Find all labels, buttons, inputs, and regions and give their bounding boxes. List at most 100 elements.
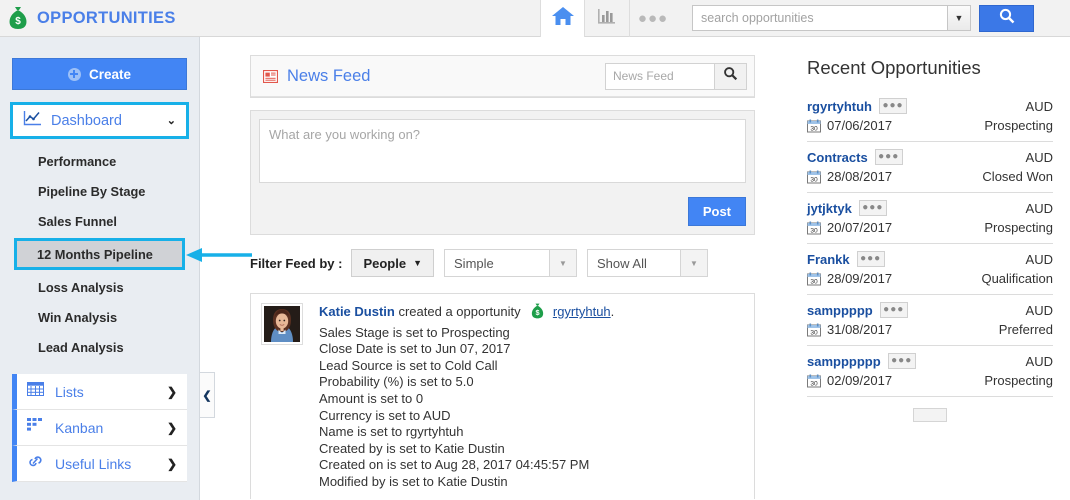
feed-post-detail-line: Probability (%) is set to 5.0 [319, 374, 474, 390]
sidebar-item-dashboard[interactable]: Dashboard ⌄ [10, 102, 189, 139]
create-button[interactable]: Create [12, 58, 187, 90]
row-actions-button[interactable]: ●●● [858, 200, 887, 216]
feed-post-body: Katie Dustin created a opportunity $ rgy… [319, 303, 614, 499]
ellipsis-icon: ●●● [637, 9, 669, 27]
row-actions-button[interactable]: ●●● [874, 149, 903, 165]
recent-opportunity-name[interactable]: samppppp [807, 303, 873, 318]
sidebar-item-label: Kanban [55, 419, 104, 436]
sidebar-item-kanban[interactable]: Kanban ❯ [12, 410, 187, 446]
svg-text:$: $ [536, 308, 540, 317]
recent-opportunity-top: samppppp ●●● AUD [807, 302, 1053, 318]
feed-post-detail-line: Name is set to rgyrtyhtuh [319, 424, 464, 440]
recent-opportunity-top: Contracts ●●● AUD [807, 149, 1053, 165]
annotation-arrow [186, 248, 252, 262]
global-search: ▼ [692, 4, 1034, 32]
news-feed-column: News Feed Post Filter Feed by : [215, 37, 790, 500]
filter-people-dropdown[interactable]: People ▼ [351, 249, 435, 277]
post-composer-input[interactable] [259, 119, 746, 183]
feed-post-detail-line: Currency is set to AUD [319, 407, 451, 423]
news-feed-search-button[interactable] [715, 62, 747, 90]
sidebar-item-useful-links[interactable]: Useful Links ❯ [12, 446, 187, 482]
search-input[interactable] [692, 5, 947, 31]
recent-opportunity-name[interactable]: rgyrtyhtuh [807, 99, 872, 114]
svg-text:30: 30 [810, 329, 818, 336]
home-icon [551, 5, 575, 32]
post-button[interactable]: Post [687, 197, 746, 226]
svg-text:30: 30 [810, 176, 818, 183]
recent-opportunity-bottom: 30 28/08/2017 Closed Won [807, 169, 1053, 184]
sidebar-item-label: Performance [38, 153, 117, 169]
feed-post-detail-line: Sales Stage is set to Prospecting [319, 324, 510, 340]
row-actions-button[interactable]: ●●● [856, 251, 885, 267]
chevron-down-icon: ▼ [681, 249, 709, 277]
recent-opportunity-date: 31/08/2017 [827, 322, 893, 337]
chevron-right-icon: ❯ [166, 420, 177, 435]
recent-opportunity-top: sampppppp ●●● AUD [807, 353, 1053, 369]
feed-post-detail-line: Lead Source is set to Cold Call [319, 357, 498, 373]
sidebar-item-label: Win Analysis [38, 309, 118, 325]
row-actions-button[interactable]: ●●● [879, 98, 907, 114]
sidebar-item-label: Loss Analysis [38, 279, 124, 295]
recent-opportunity-stage: Preferred [998, 322, 1053, 337]
svg-text:$: $ [15, 16, 21, 27]
recent-opportunity-top: rgyrtyhtuh ●●● AUD [807, 98, 1053, 114]
feed-post-headline: Katie Dustin created a opportunity $ rgy… [319, 303, 614, 324]
sidebar-item-pipeline-by-stage[interactable]: Pipeline By Stage [0, 176, 199, 206]
recent-opportunities-more-button[interactable] [913, 408, 947, 422]
recent-opportunity-name[interactable]: sampppppp [807, 354, 881, 369]
svg-text:30: 30 [810, 125, 818, 132]
filter-scope-select[interactable]: Show All ▼ [587, 249, 709, 277]
recent-opportunity-top: Frankk ●●● AUD [807, 251, 1053, 267]
reports-button[interactable] [585, 0, 630, 37]
sidebar-collapse-toggle[interactable]: ❮ [199, 372, 215, 418]
post-composer-actions: Post [259, 188, 746, 226]
search-icon [999, 8, 1015, 29]
filter-people-label: People [363, 255, 407, 271]
brand-title: OPPORTUNITIES [37, 8, 176, 27]
sidebar-item-lead-analysis[interactable]: Lead Analysis [0, 332, 199, 362]
sidebar-item-performance[interactable]: Performance [0, 146, 199, 176]
more-menu-button[interactable]: ●●● [630, 0, 676, 37]
news-feed-panel: News Feed [250, 55, 755, 98]
svg-text:30: 30 [810, 227, 818, 234]
sidebar-item-label: Lists [55, 383, 84, 400]
home-button[interactable] [540, 0, 585, 37]
recent-opportunity-stage: Prospecting [984, 373, 1053, 388]
recent-opportunity-bottom: 30 07/06/2017 Prospecting [807, 118, 1053, 133]
top-bar: $ OPPORTUNITIES ●●● search opportunities… [0, 0, 1070, 37]
feed-post-action: created a opportunity [398, 304, 521, 319]
news-feed-search-input[interactable] [605, 62, 715, 90]
recent-opportunities-title: Recent Opportunities [807, 57, 981, 78]
recent-opportunity-name[interactable]: Frankk [807, 252, 850, 267]
recent-opportunity-currency: AUD [1025, 251, 1053, 267]
sidebar-item-loss-analysis[interactable]: Loss Analysis [0, 272, 199, 302]
recent-opportunity-name[interactable]: jytjktyk [807, 201, 852, 216]
newspaper-icon [263, 69, 278, 83]
sidebar-item-lists[interactable]: Lists ❯ [12, 374, 187, 410]
feed-post-record-link[interactable]: rgyrtyhtuh [553, 304, 611, 319]
recent-opportunity-stage: Prospecting [984, 220, 1053, 235]
search-scope-dropdown[interactable]: ▼ [947, 5, 971, 31]
feed-post-detail-line: Modified by is set to Katie Dustin [319, 473, 508, 489]
sidebar-item-sales-funnel[interactable]: Sales Funnel [0, 206, 199, 236]
recent-opportunity-date: 20/07/2017 [827, 220, 893, 235]
filter-mode-select[interactable]: Simple ▼ [444, 249, 578, 277]
sidebar-item-win-analysis[interactable]: Win Analysis [0, 302, 199, 332]
feed-post-detail-line: Created by is set to Katie Dustin [319, 440, 505, 456]
feed-post-author[interactable]: Katie Dustin [319, 304, 395, 319]
recent-opportunity-name[interactable]: Contracts [807, 150, 868, 165]
recent-opportunity-row: jytjktyk ●●● AUD 30 20/07/2017 Prospecti… [807, 193, 1053, 244]
avatar [261, 303, 303, 345]
app-root: $ OPPORTUNITIES ●●● search opportunities… [0, 0, 1070, 500]
chevron-right-icon: ❯ [166, 384, 177, 399]
recent-opportunity-row: rgyrtyhtuh ●●● AUD 30 07/06/2017 Prospec… [807, 91, 1053, 142]
brand: $ OPPORTUNITIES [0, 6, 540, 30]
row-actions-button[interactable]: ●●● [879, 302, 908, 318]
sidebar-item-12-months-pipeline[interactable]: 12 Months Pipeline [14, 238, 185, 270]
search-submit-button[interactable] [979, 4, 1034, 32]
money-bag-icon: $ [530, 303, 549, 322]
recent-opportunity-date: 07/06/2017 [827, 118, 893, 133]
row-actions-button[interactable]: ●●● [887, 353, 916, 369]
post-composer: Post [250, 110, 755, 235]
feed-post-item: Katie Dustin created a opportunity $ rgy… [250, 293, 755, 499]
